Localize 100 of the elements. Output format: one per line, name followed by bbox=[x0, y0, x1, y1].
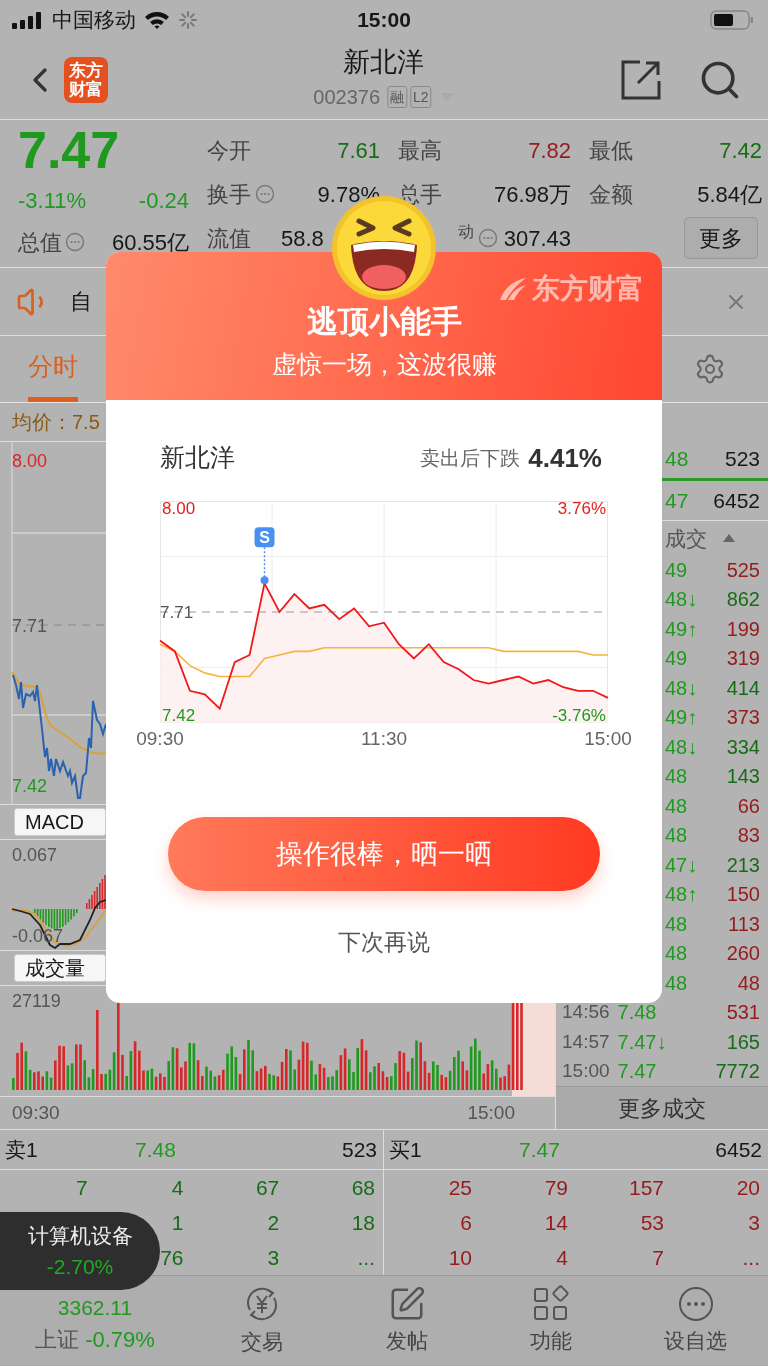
volume-cell-text: 531 bbox=[726, 1000, 760, 1026]
stat-value: 76.98万 bbox=[493, 180, 571, 209]
queue-cell-text: 2 bbox=[267, 1209, 280, 1236]
wifi-icon bbox=[144, 10, 170, 30]
battery-icon bbox=[710, 9, 754, 31]
more-info-icon[interactable] bbox=[255, 184, 275, 204]
queue-cell-text: 7 bbox=[652, 1244, 664, 1271]
queue-cell-text: 20 bbox=[736, 1174, 760, 1201]
stat-label: 最高 bbox=[398, 136, 442, 165]
price-cell-text: 48 bbox=[665, 794, 688, 819]
volume-cell-text: 334 bbox=[726, 735, 760, 760]
carrier-name: 中国移动 bbox=[52, 7, 136, 34]
volume-cell-text: 6452 bbox=[715, 1136, 762, 1163]
stat-value: 60.55亿 bbox=[111, 228, 189, 257]
price-cell-text: 48↓ bbox=[665, 735, 698, 760]
price-cell-text: 48 bbox=[665, 764, 688, 790]
volume-cell-text: 66 bbox=[737, 794, 760, 819]
share-button[interactable]: 操作很棒，晒一晒 bbox=[168, 817, 600, 891]
price-cell-text: 48↓ bbox=[665, 587, 698, 613]
result-label: 卖出后下跌 bbox=[420, 446, 521, 471]
time-label: 15:00 bbox=[584, 727, 632, 751]
price-cell-text: 49↑ bbox=[665, 617, 698, 642]
queue-cell-text: 6 bbox=[460, 1209, 472, 1236]
stat-label: 动 bbox=[457, 222, 474, 242]
queue-cell-text: ... bbox=[742, 1244, 760, 1271]
price-cell-text: 49↑ bbox=[665, 705, 698, 731]
result-value: 4.41% bbox=[528, 441, 602, 475]
more-info-icon[interactable] bbox=[477, 228, 498, 248]
time-cell-text: 14:57 bbox=[562, 1029, 610, 1054]
price-cell-text: 7.48 bbox=[617, 1000, 657, 1026]
time-label: 15:00 bbox=[467, 1100, 515, 1125]
more-button[interactable]: 更多 bbox=[684, 217, 758, 259]
volume-cell-text: 199 bbox=[726, 617, 760, 642]
volume-cell-text: 523 bbox=[724, 446, 760, 473]
axis-label: 7.42 bbox=[12, 775, 48, 799]
queue-cell-text: 68 bbox=[351, 1174, 375, 1201]
axis-label: 7.42 bbox=[162, 706, 196, 726]
price-cell-text: 48 bbox=[665, 823, 688, 849]
sector-toast[interactable]: 计算机设备 -2.70% bbox=[0, 1212, 160, 1290]
index-change: -0.79% bbox=[85, 1326, 155, 1355]
column-header: 成交 bbox=[665, 525, 707, 552]
last-price: 7.47 bbox=[18, 122, 121, 178]
price-cell-text: 48 bbox=[665, 912, 688, 937]
axis-label: 0.067 bbox=[12, 844, 58, 868]
swoosh-icon bbox=[498, 276, 528, 302]
price-cell-text: 48 bbox=[665, 941, 688, 967]
volume-cell-text: 165 bbox=[726, 1030, 760, 1055]
time-label: 09:30 bbox=[136, 727, 184, 751]
more-circle-icon[interactable] bbox=[676, 1285, 715, 1324]
queue-cell-text: 14 bbox=[544, 1209, 568, 1236]
volume-cell-text: 213 bbox=[726, 853, 760, 878]
dismiss-button[interactable]: 下次再说 bbox=[338, 925, 430, 960]
order-level-label: 卖1 bbox=[5, 1136, 39, 1163]
sector-change: -2.70% bbox=[46, 1254, 114, 1280]
price-cell-text: 48 bbox=[665, 971, 688, 996]
price-cell-text: 7.47 bbox=[617, 1059, 657, 1085]
settings-icon[interactable] bbox=[694, 353, 726, 385]
volume-cell-text: 373 bbox=[726, 705, 760, 731]
volume-cell-text: 260 bbox=[726, 941, 760, 967]
queue-cell-text: 53 bbox=[640, 1209, 664, 1236]
queue-cell-text: 67 bbox=[255, 1174, 280, 1201]
more-info-icon[interactable] bbox=[65, 232, 85, 252]
status-time: 15:00 bbox=[357, 7, 411, 34]
volume-cell-text: 525 bbox=[726, 558, 760, 583]
stat-label: 最低 bbox=[589, 136, 633, 165]
queue-cell-text: 1 bbox=[171, 1209, 184, 1236]
annotation: S bbox=[259, 529, 271, 547]
queue-cell-text: 4 bbox=[556, 1244, 568, 1271]
price-cell-text: 48↓ bbox=[665, 676, 698, 701]
queue-cell-text: 79 bbox=[544, 1174, 568, 1201]
nav-label[interactable]: 发帖 bbox=[385, 1325, 428, 1357]
volume-cell-text: 143 bbox=[726, 764, 760, 790]
nav-label[interactable]: 功能 bbox=[530, 1325, 573, 1357]
indicator-tab[interactable]: 成交量 bbox=[14, 954, 106, 983]
queue-cell-text: 7 bbox=[76, 1174, 88, 1201]
queue-cell-text: ... bbox=[357, 1244, 375, 1271]
volume-cell-text: 150 bbox=[726, 882, 760, 908]
dialog-subtitle: 虚惊一场，这波很赚 bbox=[271, 349, 497, 380]
axis-label: 8.00 bbox=[12, 449, 48, 473]
indicator-tab[interactable]: MACD bbox=[14, 808, 106, 837]
change-percent: -3.11% bbox=[18, 186, 87, 215]
volume-cell-text: 7772 bbox=[715, 1059, 760, 1085]
nav-label[interactable]: 设自选 bbox=[664, 1325, 728, 1357]
volume-cell-text: 113 bbox=[728, 912, 760, 937]
price-cell-text: 7.47 bbox=[519, 1136, 560, 1163]
more-trades-button[interactable]: 更多成交 bbox=[556, 1086, 768, 1129]
index-value: 3362.11 bbox=[57, 1294, 133, 1321]
price-cell-text: 47 bbox=[665, 487, 689, 514]
stat-value: 307.43 bbox=[503, 224, 571, 253]
axis-label: -3.76% bbox=[552, 706, 606, 726]
time-label: 09:30 bbox=[12, 1100, 60, 1125]
share-icon[interactable] bbox=[620, 58, 662, 101]
sort-up-icon[interactable] bbox=[723, 534, 735, 543]
queue-cell-text: 3 bbox=[267, 1244, 280, 1271]
stock-name: 新北洋 bbox=[343, 46, 425, 79]
brand-name: 东方财富 bbox=[532, 272, 644, 306]
stat-value: 58.8 bbox=[281, 224, 324, 253]
nav-label[interactable]: 交易 bbox=[241, 1326, 284, 1358]
order-level-label: 买1 bbox=[389, 1136, 423, 1163]
stat-label: 流值 bbox=[207, 224, 251, 253]
